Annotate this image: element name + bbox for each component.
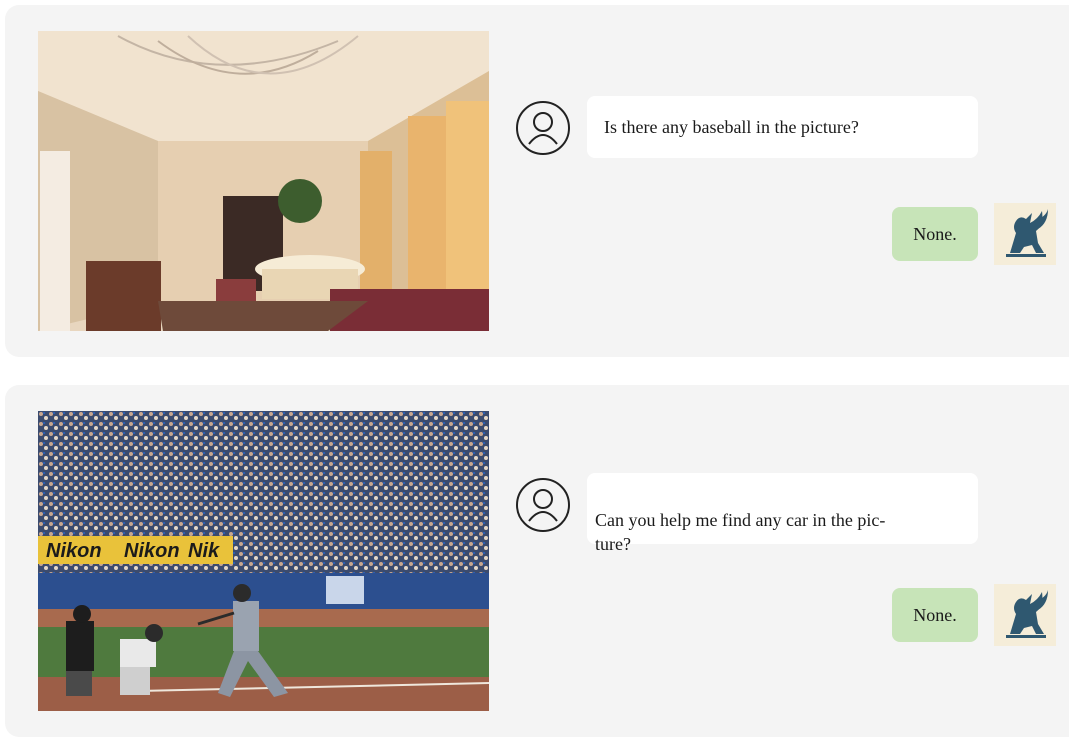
assistant-answer-text: None. xyxy=(913,605,957,625)
griffin-logo-icon xyxy=(994,203,1056,265)
assistant-answer-text: None. xyxy=(913,224,957,244)
svg-text:Nikon: Nikon xyxy=(124,540,180,562)
user-avatar-icon xyxy=(515,477,571,533)
user-question-bubble: Is there any baseball in the picture? xyxy=(587,96,978,158)
conversation-card-1: Is there any baseball in the picture? No… xyxy=(5,5,1069,357)
conversation-card-2: Nikon Nikon Nik Can you help me find any… xyxy=(5,385,1069,737)
assistant-answer-bubble: None. xyxy=(892,588,978,642)
svg-text:Nik: Nik xyxy=(188,540,220,562)
user-question-bubble: Can you help me find any car in the pic-… xyxy=(587,473,978,554)
baseball-game-photo: Nikon Nikon Nik xyxy=(38,411,489,711)
assistant-answer-bubble: None. xyxy=(892,207,978,261)
svg-text:Nikon: Nikon xyxy=(46,540,102,562)
user-question-text: Is there any baseball in the picture? xyxy=(604,117,859,137)
user-avatar-icon xyxy=(515,100,571,156)
living-room-photo xyxy=(38,31,489,331)
user-question-text: Can you help me find any car in the pic-… xyxy=(595,510,886,554)
griffin-logo-icon xyxy=(994,584,1056,646)
